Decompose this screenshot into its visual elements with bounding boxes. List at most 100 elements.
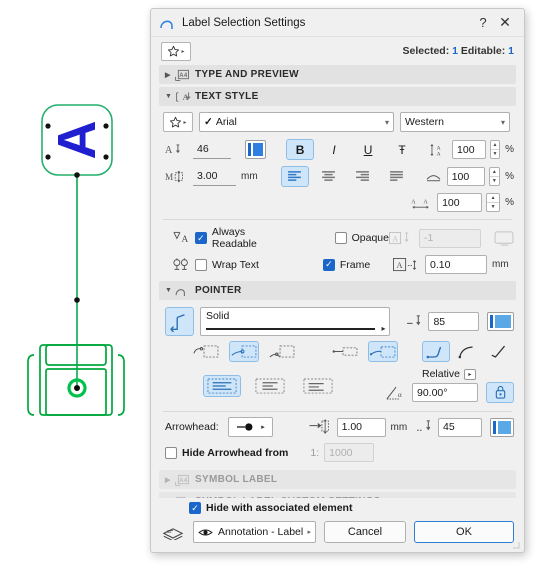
ok-button[interactable]: OK	[414, 521, 514, 543]
opaque-checkbox[interactable]: Opaque	[334, 232, 389, 244]
arrowhead-label: Arrowhead:	[165, 421, 219, 433]
arrowhead-pen-input[interactable]: 45	[438, 417, 483, 437]
layers-icon[interactable]	[161, 524, 185, 540]
line-spacing-unit: %	[505, 144, 514, 155]
close-button[interactable]: ✕	[494, 13, 516, 33]
arrowhead-size-icon	[309, 419, 333, 435]
label-letter[interactable]: A	[47, 121, 107, 160]
chevron-right-icon: ▸	[261, 424, 265, 431]
line-spacing-input[interactable]: 100	[452, 140, 486, 159]
text-pen-color-swatch[interactable]	[245, 140, 267, 159]
script-value: Western	[405, 116, 444, 128]
arrowhead-size-input[interactable]: 1.00	[336, 417, 386, 437]
width-factor-stepper[interactable]: ▲ ▼	[488, 167, 501, 186]
script-select[interactable]: Western ▾	[400, 112, 510, 132]
arrowhead-select[interactable]: ▸	[228, 417, 273, 437]
hide-with-associated-element-checkbox[interactable]: ✓ Hide with associated element	[189, 502, 352, 514]
background-pen-input[interactable]: -1	[419, 228, 481, 248]
svg-text:A: A	[165, 145, 173, 156]
font-size-input[interactable]: 46	[193, 140, 232, 159]
text-width-input[interactable]: 3.00	[193, 167, 237, 186]
pointer-pen-swatch[interactable]	[486, 312, 514, 331]
align-justify-button[interactable]	[383, 166, 411, 187]
selection-handle[interactable]	[74, 172, 80, 178]
align-right-button[interactable]	[349, 166, 377, 187]
font-row: ▸ ✓ Arial ▾ Western ▾	[159, 109, 516, 134]
anchor-hotspot-dot	[74, 385, 80, 391]
wrap-text-checkbox[interactable]: Wrap Text	[195, 258, 259, 271]
pointer-shape-curve-button[interactable]	[454, 341, 482, 362]
selection-handle[interactable]	[103, 123, 109, 129]
bold-button[interactable]: B	[286, 139, 315, 160]
always-readable-checkbox[interactable]: ✓ Always Readable	[194, 226, 293, 250]
dialog-body: ▶ A4 TYPE AND PREVIEW ▼ A TEXT STYLE ▸ ✓	[151, 65, 524, 498]
char-spacing-unit: %	[505, 197, 514, 208]
resize-grip[interactable]	[511, 540, 520, 549]
text-width-icon: M	[165, 170, 189, 184]
selection-handle[interactable]	[74, 297, 80, 303]
pointer-pen-input[interactable]: 85	[428, 312, 479, 331]
svg-text:A4: A4	[179, 477, 188, 483]
pointer-attach-corner-button[interactable]	[267, 341, 297, 362]
selection-handle[interactable]	[103, 154, 109, 160]
help-button[interactable]: ?	[472, 13, 494, 33]
align-center-button[interactable]	[315, 166, 343, 187]
line-spacing-stepper[interactable]: ▲ ▼	[489, 140, 501, 159]
arrowhead-pen-swatch[interactable]	[490, 417, 514, 437]
align-left-button[interactable]	[280, 166, 309, 187]
dialog-titlebar[interactable]: Label Selection Settings ? ✕	[151, 9, 524, 37]
cancel-button[interactable]: Cancel	[324, 521, 406, 543]
hide-arrowhead-row: Hide Arrowhead from 1: 1000	[159, 437, 516, 462]
check-icon: ✓	[204, 116, 213, 128]
pointer-side-left-button[interactable]	[330, 341, 360, 362]
underline-button[interactable]: U	[354, 139, 382, 160]
arrowhead-size-unit: mm	[390, 421, 408, 433]
frame-checkbox[interactable]: ✓ Frame	[322, 258, 370, 271]
text-favorites-button[interactable]: ▸	[163, 112, 193, 132]
favorites-button[interactable]: ▸	[161, 41, 191, 61]
pointer-pen-icon	[406, 314, 424, 329]
angle-input[interactable]: 90.00°	[412, 383, 478, 402]
editable-count: 1	[508, 45, 514, 57]
editable-label: Editable:	[460, 45, 506, 57]
frame-offset-input[interactable]: 0.10	[425, 255, 487, 274]
font-family-select[interactable]: ✓ Arial ▾	[199, 112, 394, 132]
anchor-frame-center-button[interactable]	[251, 375, 289, 397]
italic-button[interactable]: I	[320, 139, 348, 160]
angle-mode-label: Relative	[422, 368, 460, 380]
hide-arrowhead-checkbox[interactable]: Hide Arrowhead from	[165, 446, 288, 459]
angle-icon: α	[386, 385, 408, 401]
selection-handle[interactable]	[45, 154, 51, 160]
pointer-style-button[interactable]	[165, 307, 194, 336]
pointer-side-right-button[interactable]	[368, 341, 398, 362]
anchor-frame-bottom-button[interactable]	[299, 375, 337, 397]
pointer-shape-straight-button[interactable]	[486, 341, 514, 362]
svg-text:A: A	[437, 151, 441, 156]
strikethrough-button[interactable]: Ŧ	[388, 139, 416, 160]
selection-handle[interactable]	[45, 123, 51, 129]
layer-select[interactable]: Annotation - Label ▸	[193, 521, 316, 543]
svg-text:A: A	[182, 235, 189, 245]
pointer-attach-middle-button[interactable]	[228, 341, 259, 362]
wrap-text-icon	[173, 257, 195, 272]
pointer-line-type-select[interactable]: Solid ▸	[199, 307, 391, 336]
angle-lock-button[interactable]	[486, 382, 514, 403]
transparent-icon[interactable]	[494, 230, 514, 247]
hide-scale-input[interactable]: 1000	[324, 443, 375, 462]
char-spacing-input[interactable]: 100	[437, 193, 483, 212]
angle-mode-button[interactable]: Relative ▸	[422, 368, 476, 380]
width-factor-input[interactable]: 100	[446, 167, 485, 186]
section-header-pointer[interactable]: ▼ POINTER	[159, 281, 516, 300]
pointer-shape-elbow-button[interactable]	[421, 341, 450, 362]
section-header-text-style[interactable]: ▼ A TEXT STYLE	[159, 87, 516, 106]
char-spacing-stepper[interactable]: ▲ ▼	[486, 193, 501, 212]
chevron-down-icon: ▼	[165, 287, 173, 294]
dialog-title: Label Selection Settings	[182, 16, 306, 29]
width-factor-unit: %	[505, 171, 514, 182]
drawing-canvas[interactable]: A	[0, 0, 160, 575]
pointer-anchor-row: Relative ▸ α 90.00°	[159, 362, 516, 403]
pointer-attach-none-button[interactable]	[191, 341, 221, 362]
chevron-right-icon: ▶	[165, 71, 171, 79]
anchor-frame-all-button[interactable]	[203, 374, 241, 397]
section-header-type-and-preview[interactable]: ▶ A4 TYPE AND PREVIEW	[159, 65, 516, 84]
